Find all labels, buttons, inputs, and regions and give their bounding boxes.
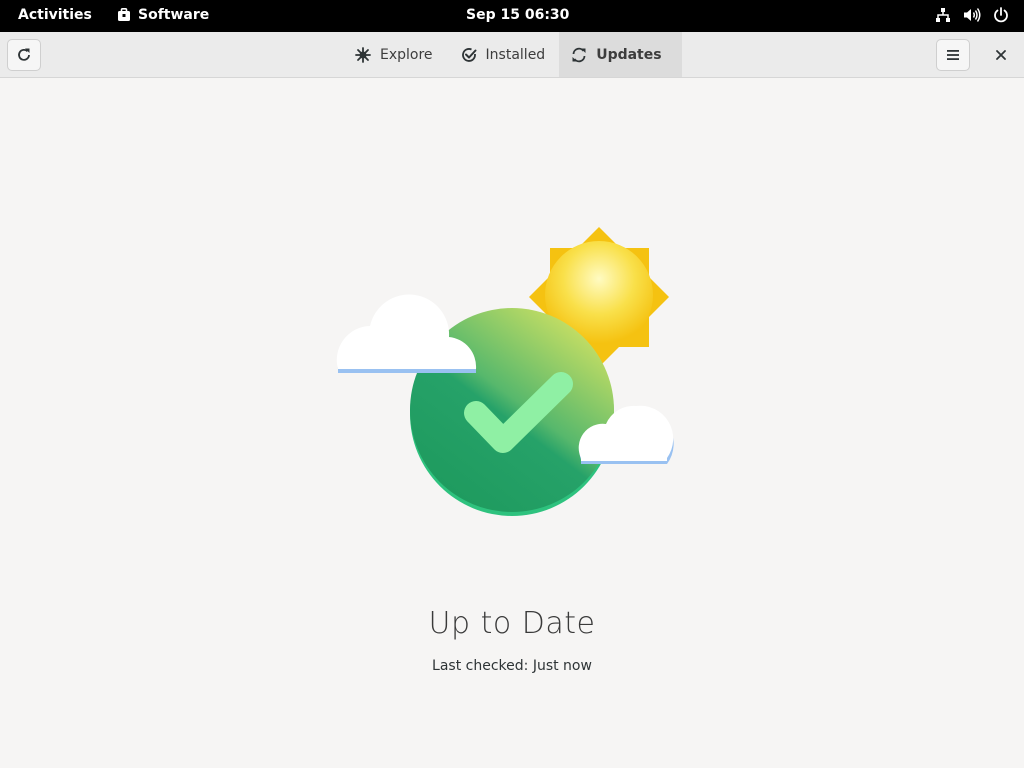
tab-explore[interactable]: Explore (341, 32, 447, 77)
view-switcher: Explore Installed Updates (341, 32, 682, 77)
top-bar: Activities Software Sep 15 06:30 (0, 0, 1024, 32)
main-menu-button[interactable] (936, 39, 970, 71)
up-to-date-illustration (336, 227, 674, 516)
system-status-menu[interactable] (935, 7, 1009, 23)
status-title: Up to Date (428, 606, 596, 641)
clock[interactable]: Sep 15 06:30 (466, 7, 569, 23)
hamburger-menu-icon (947, 50, 959, 60)
software-bag-icon (118, 8, 130, 21)
app-menu[interactable]: Software (117, 7, 209, 23)
tab-updates[interactable]: Updates (559, 32, 682, 77)
volume-icon (963, 7, 981, 23)
header-bar: Explore Installed Updates (0, 32, 1024, 78)
activities-button[interactable]: Activities (18, 7, 92, 23)
installed-check-icon (461, 47, 477, 62)
refresh-icon (18, 48, 30, 61)
close-window-button[interactable] (990, 44, 1012, 66)
network-icon (935, 7, 951, 23)
tab-installed[interactable]: Installed (447, 32, 560, 77)
last-checked-text: Last checked: Just now (432, 658, 592, 674)
tab-installed-label: Installed (485, 46, 546, 63)
power-icon (993, 7, 1009, 23)
app-name: Software (138, 7, 210, 23)
tab-updates-label: Updates (596, 46, 662, 63)
explore-icon (355, 46, 371, 63)
close-icon (996, 50, 1006, 60)
updates-icon (572, 47, 586, 62)
refresh-button[interactable] (7, 39, 41, 71)
tab-explore-label: Explore (380, 46, 433, 63)
